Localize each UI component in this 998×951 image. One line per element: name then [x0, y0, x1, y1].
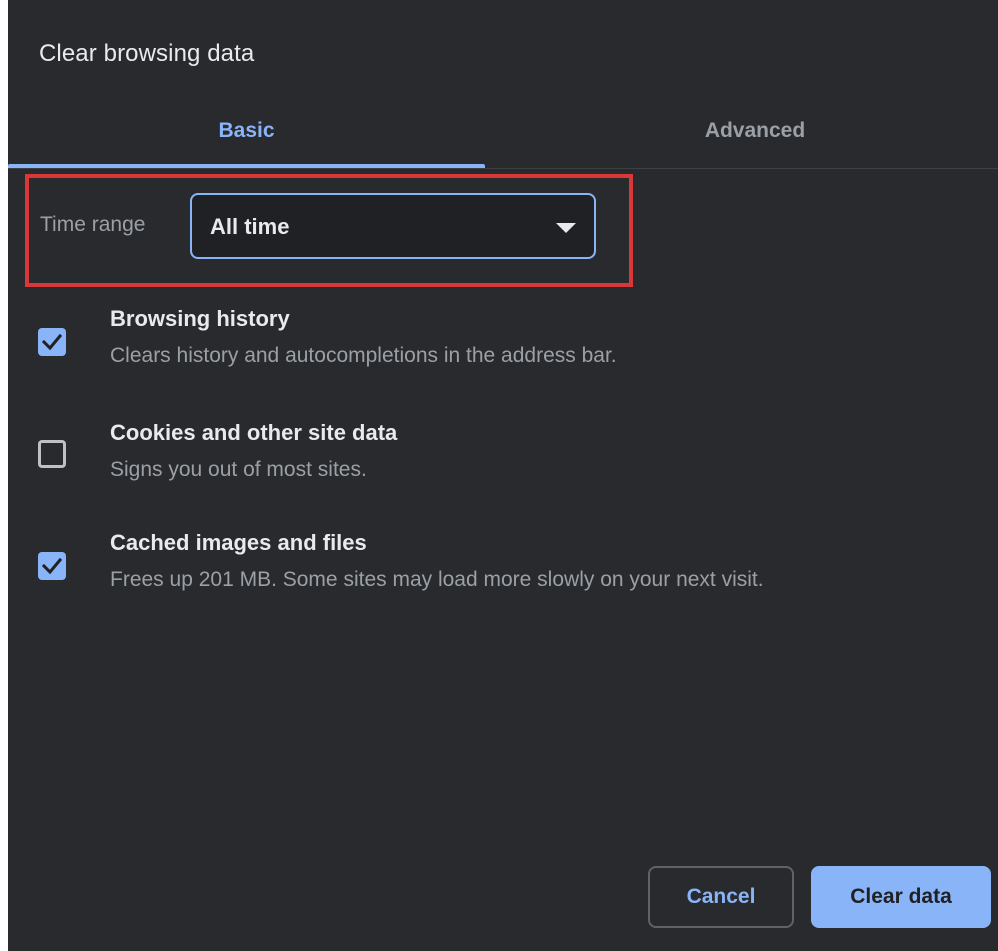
cached-images-checkbox[interactable]: [38, 552, 66, 580]
dropdown-arrow-icon: [556, 223, 576, 233]
cancel-button[interactable]: Cancel: [648, 866, 794, 928]
option-browsing-history[interactable]: Browsing history Clears history and auto…: [38, 306, 978, 376]
dialog-title: Clear browsing data: [39, 40, 255, 67]
clear-data-button[interactable]: Clear data: [811, 866, 991, 928]
option-description: Frees up 201 MB. Some sites may load mor…: [110, 568, 764, 591]
option-cookies[interactable]: Cookies and other site data Signs you ou…: [38, 420, 978, 490]
checkmark-icon: [42, 557, 62, 575]
option-description: Signs you out of most sites.: [110, 458, 367, 481]
option-description: Clears history and autocompletions in th…: [110, 344, 617, 367]
active-tab-indicator: [8, 164, 485, 168]
tab-basic[interactable]: Basic: [8, 98, 485, 164]
tab-bar: Basic Advanced: [8, 98, 998, 169]
browsing-history-checkbox[interactable]: [38, 328, 66, 356]
time-range-value: All time: [210, 214, 290, 239]
option-title: Cached images and files: [110, 530, 367, 555]
checkmark-icon: [42, 333, 62, 351]
tab-advanced[interactable]: Advanced: [485, 98, 998, 164]
option-cached-images[interactable]: Cached images and files Frees up 201 MB.…: [38, 530, 978, 600]
option-title: Browsing history: [110, 306, 290, 331]
time-range-label: Time range: [40, 213, 146, 236]
time-range-select[interactable]: All time: [190, 193, 596, 259]
option-title: Cookies and other site data: [110, 420, 398, 445]
clear-browsing-data-dialog: Clear browsing data Basic Advanced Time …: [8, 0, 998, 951]
cookies-checkbox[interactable]: [38, 440, 66, 468]
